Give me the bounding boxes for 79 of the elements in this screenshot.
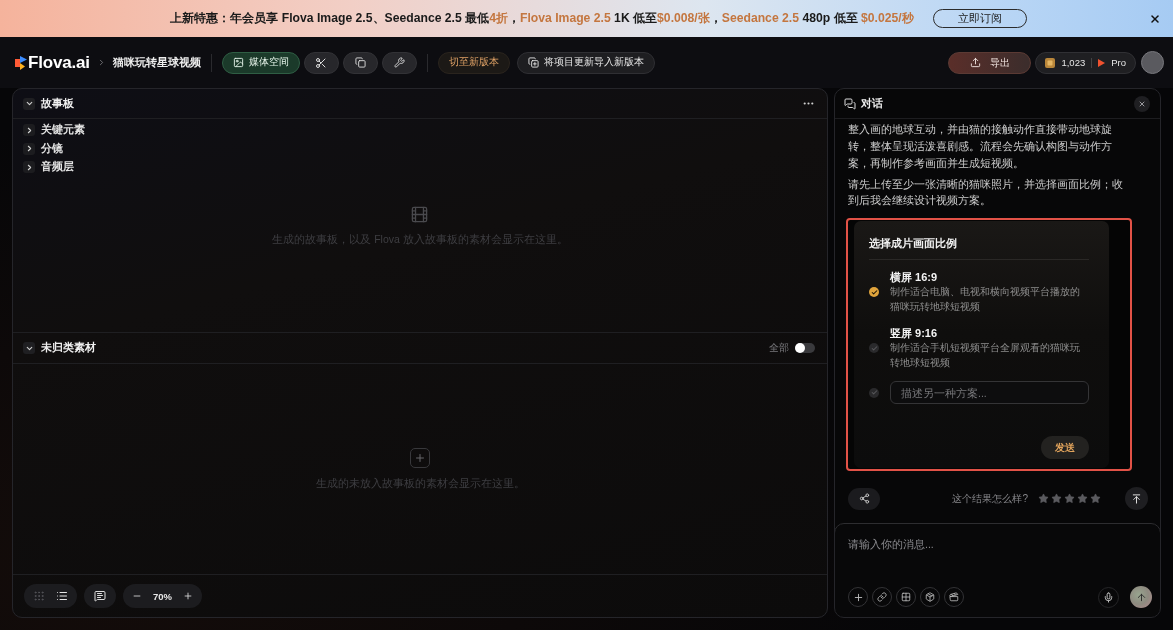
wrench-button[interactable]: [381, 51, 417, 74]
logo-icon: [15, 55, 27, 70]
option-title: 横屏 16:9: [890, 270, 938, 284]
avatar-icon[interactable]: [1141, 51, 1164, 74]
filter-label: 全部: [769, 341, 789, 355]
close-icon: [1138, 99, 1146, 108]
chat-message: 整入画的地球互动，并由猫的接触动作直接带动地球旋转，整体呈现活泼喜剧感。流程会先确认构图与动作方案，再制作参考画面并生成短视频。: [848, 122, 1113, 171]
copy-button[interactable]: [342, 51, 378, 74]
collapse-button[interactable]: [23, 97, 35, 110]
coin-icon: [1045, 57, 1056, 68]
star-icon[interactable]: [1038, 493, 1049, 504]
panel-title: 对话: [861, 96, 883, 111]
export-button[interactable]: 导出: [948, 51, 1032, 74]
message-input[interactable]: 请输入你的消息...: [848, 536, 1048, 552]
image-icon: [232, 57, 244, 68]
radio-check-icon[interactable]: [869, 387, 879, 398]
copy-plus-icon: [527, 57, 539, 68]
plus-icon: [410, 447, 430, 468]
media-space-button[interactable]: 媒体空间: [221, 51, 300, 74]
comment-button[interactable]: [84, 584, 116, 608]
close-button[interactable]: [1134, 95, 1150, 112]
collapse-button[interactable]: [23, 342, 35, 354]
upload-icon: [969, 57, 981, 68]
zoom-level: 70%: [153, 590, 172, 602]
tree-item[interactable]: 音频层: [23, 158, 74, 177]
toggle-switch[interactable]: [795, 343, 815, 353]
grid-dots-icon[interactable]: [33, 590, 45, 602]
tree-item[interactable]: 分镜: [23, 139, 63, 158]
plus-icon[interactable]: [183, 591, 193, 601]
share-button[interactable]: [848, 487, 880, 510]
tree-item[interactable]: 关键元素: [23, 121, 85, 140]
scissors-button[interactable]: [303, 51, 339, 74]
list-icon[interactable]: [56, 590, 68, 602]
radio-check-icon[interactable]: [869, 287, 879, 297]
copy-icon: [354, 57, 366, 68]
card-title: 选择成片画面比例: [869, 236, 958, 250]
chat-icon: [844, 97, 856, 110]
clapperboard-icon: [949, 592, 959, 602]
radio-check-icon[interactable]: [869, 343, 879, 353]
close-icon[interactable]: [1149, 12, 1161, 25]
scissors-icon: [315, 56, 328, 69]
scroll-top-button[interactable]: [1125, 487, 1148, 510]
section-title: 未归类素材: [41, 341, 96, 355]
film-icon: [410, 204, 430, 224]
logo-text: Flova.ai: [28, 52, 90, 73]
panel-title: 故事板: [41, 96, 74, 111]
arrow-up-to-line-icon: [1131, 492, 1142, 505]
credit-count: 1,023: [1061, 57, 1086, 68]
plan-label: Pro: [1111, 57, 1126, 68]
wrench-icon: [393, 57, 405, 68]
star-icon[interactable]: [1051, 493, 1062, 504]
view-switcher[interactable]: [24, 584, 77, 608]
option-description: 制作适合电脑、电视和横向视频平台播放的猫咪玩转地球短视频: [890, 285, 1081, 314]
link-icon: [877, 592, 887, 602]
share-icon: [858, 493, 870, 504]
chat-message: 请先上传至少一张清晰的猫咪照片，并选择画面比例；收到后我会继续设计视频方案。: [848, 177, 1124, 208]
switch-version-button[interactable]: 切至新版本: [437, 51, 510, 74]
star-rating[interactable]: [1038, 493, 1101, 504]
import-button[interactable]: 将项目更新导入新版本: [516, 51, 655, 74]
option-title: 竖屏 9:16: [890, 326, 938, 340]
rating-question: 这个结果怎么样?: [952, 491, 1028, 506]
custom-option-input[interactable]: 描述另一种方案...: [890, 381, 1089, 404]
send-button[interactable]: 发送: [1041, 436, 1089, 459]
package-icon: [925, 592, 935, 602]
send-message-button[interactable]: [1130, 586, 1152, 608]
project-title: 猫咪玩转星球视频: [112, 55, 201, 70]
option-description: 制作适合手机短视频平台全屏观看的猫咪玩转地球短视频: [890, 341, 1081, 370]
star-icon[interactable]: [1090, 493, 1101, 504]
promo-text: 上新特惠：年会员享 Flova Image 2.5、Seedance 2.5 最低4折，Flova Image 2.5 1K 低至$0.008/张，Seedance 2.5 480p 低至 $0.025/秒: [170, 10, 914, 27]
plus-icon: [852, 591, 864, 603]
grid-icon: [901, 592, 911, 602]
star-icon[interactable]: [1077, 493, 1088, 504]
chevron-down-icon: [24, 99, 34, 108]
arrow-up-icon: [1135, 591, 1147, 603]
star-icon[interactable]: [1064, 493, 1075, 504]
play-icon: [1098, 58, 1106, 67]
credits-badge[interactable]: 1,023 Pro: [1035, 51, 1136, 74]
mic-icon: [1103, 591, 1114, 603]
comment-icon: [94, 590, 106, 602]
